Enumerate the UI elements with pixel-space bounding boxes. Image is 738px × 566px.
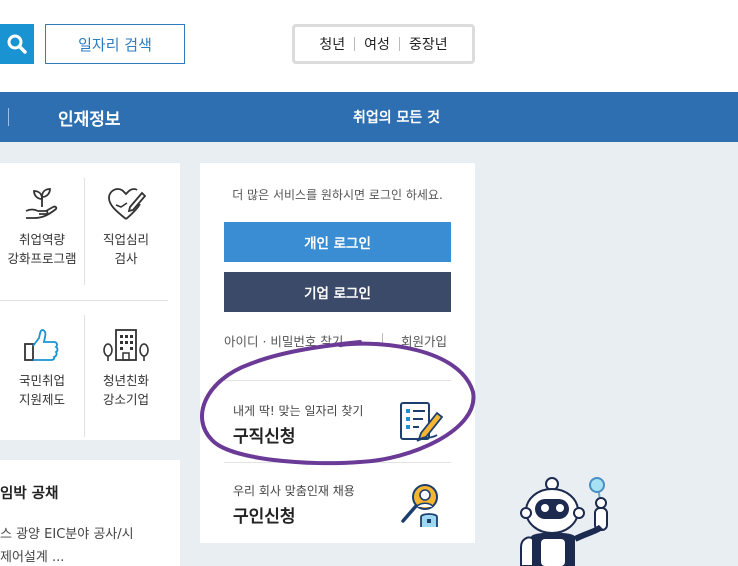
menu-item-employment-program[interactable]: 취업역량 강화프로그램 (0, 180, 84, 268)
menu-item-label: 직업심리 검사 (102, 232, 149, 266)
search-icon (7, 34, 27, 54)
join-link[interactable]: 회원가입 (401, 331, 447, 350)
thumbs-up-icon (24, 329, 59, 361)
menu-item-label: 취업역량 강화프로그램 (7, 232, 77, 266)
resume-pen-icon (400, 402, 444, 442)
sprout-hand-icon (25, 188, 58, 219)
target-tabs: 청년 여성 중장년 (292, 24, 475, 64)
recruit-item-link[interactable]: 제어설계 ... (0, 546, 64, 565)
tab-women[interactable]: 여성 (355, 34, 399, 54)
find-id-password-link[interactable]: 아이디 · 비밀번호 찾기 (224, 331, 343, 350)
personal-login-button[interactable]: 개인 로그인 (224, 222, 451, 262)
menu-item-label: 국민취업 지원제도 (18, 373, 65, 407)
tab-youth[interactable]: 청년 (310, 34, 354, 54)
robot-mascot (520, 477, 608, 566)
login-card: 더 많은 서비스를 원하시면 로그인 하세요. 개인 로그인 기업 로그인 아이… (200, 163, 475, 543)
menu-item-national-employment[interactable]: 국민취업 지원제도 (0, 321, 84, 409)
nav-divider (8, 108, 9, 126)
link-divider (382, 333, 383, 345)
job-application-subtitle: 내게 딱! 맞는 일자리 찾기 (233, 404, 364, 418)
tab-middle-aged[interactable]: 중장년 (400, 34, 457, 54)
recruit-title: 임박 공채 (0, 486, 59, 502)
search-button[interactable] (0, 24, 34, 64)
job-application-title: 구직신청 (233, 427, 296, 447)
nav-item-talent-info[interactable]: 인재정보 (58, 92, 121, 142)
company-login-button[interactable]: 기업 로그인 (224, 272, 451, 312)
login-notice: 더 많은 서비스를 원하시면 로그인 하세요. (232, 188, 443, 202)
recruitment-application-item[interactable]: 우리 회사 맞춤인재 채용 구인신청 (224, 463, 451, 533)
nav-item-all-about-jobs[interactable]: 취업의 모든 것 (353, 92, 440, 142)
recruitment-application-title: 구인신청 (233, 507, 296, 527)
main-nav: 인재정보 취업의 모든 것 (0, 92, 738, 142)
menu-item-label: 청년친화 강소기업 (102, 373, 149, 407)
quick-menu-card: 취업역량 강화프로그램 직업심리 검사 국민취업 지원제도 청년친화 강소기업 (0, 163, 180, 440)
recruitment-application-subtitle: 우리 회사 맞춤인재 채용 (233, 484, 355, 498)
person-magnifier-icon (401, 484, 438, 527)
top-bar: 일자리 검색 청년 여성 중장년 (0, 0, 738, 92)
heart-pen-icon (108, 188, 147, 220)
menu-divider (0, 300, 168, 301)
recruit-item-link[interactable]: 스 광양 EIC분야 공사/시 (0, 523, 134, 542)
building-trees-icon (103, 329, 149, 361)
job-application-item[interactable]: 내게 딱! 맞는 일자리 찾기 구직신청 (224, 381, 451, 451)
content-area: 취업역량 강화프로그램 직업심리 검사 국민취업 지원제도 청년친화 강소기업 … (0, 142, 738, 566)
imminent-recruit-card: 임박 공채 스 광양 EIC분야 공사/시 제어설계 ... (0, 460, 180, 566)
menu-item-youth-friendly[interactable]: 청년친화 강소기업 (84, 321, 168, 409)
menu-item-psych-test[interactable]: 직업심리 검사 (84, 180, 168, 268)
job-search-button[interactable]: 일자리 검색 (45, 24, 185, 64)
